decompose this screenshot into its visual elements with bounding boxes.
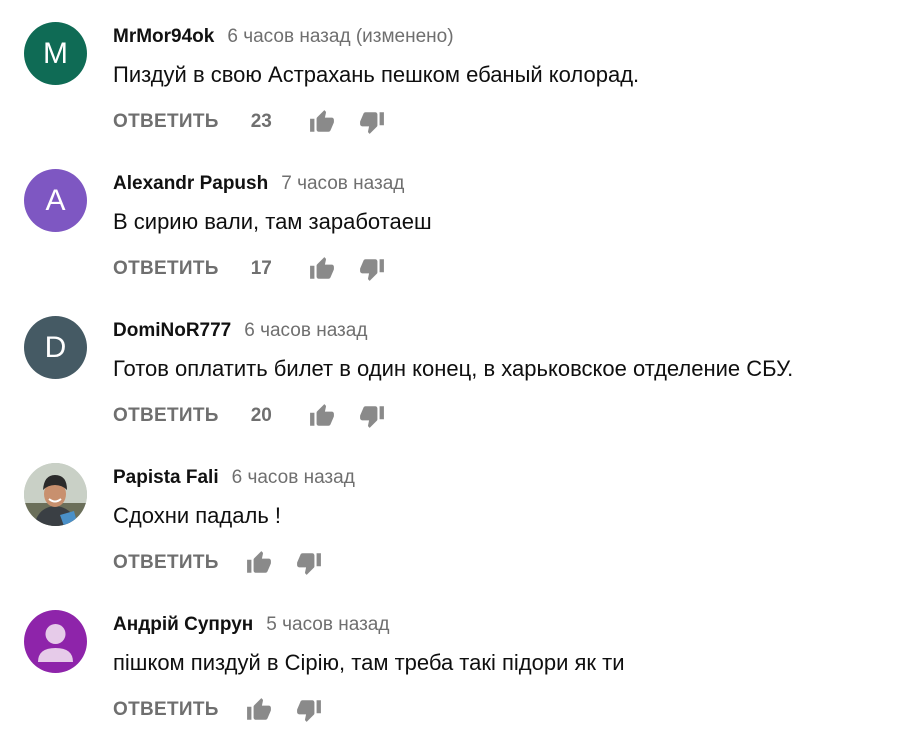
dislike-button[interactable] — [295, 549, 323, 577]
comment-toolbar: ОТВЕТИТЬ — [113, 696, 323, 724]
thumbs-down-icon — [296, 553, 321, 575]
comment-thread: Андрій Супрун 5 часов назад пішком пизду… — [0, 588, 897, 735]
reply-button[interactable]: ОТВЕТИТЬ — [113, 111, 219, 133]
comment-header: Alexandr Papush 7 часов назад — [113, 173, 404, 195]
comment-header: DomiNoR777 6 часов назад — [113, 320, 367, 342]
thumbs-up-icon — [309, 257, 334, 279]
like-button[interactable] — [308, 108, 336, 136]
timestamp[interactable]: 6 часов назад (изменено) — [227, 26, 453, 48]
dislike-button[interactable] — [358, 255, 386, 283]
timestamp[interactable]: 7 часов назад — [281, 173, 404, 195]
avatar[interactable]: A — [24, 169, 87, 232]
dislike-button[interactable] — [295, 696, 323, 724]
user-photo — [24, 463, 87, 526]
comment-toolbar: ОТВЕТИТЬ — [113, 549, 323, 577]
thumbs-up-icon — [309, 404, 334, 426]
reply-button[interactable]: ОТВЕТИТЬ — [113, 258, 219, 280]
like-count: 17 — [250, 258, 272, 279]
like-button[interactable] — [245, 549, 273, 577]
dislike-button[interactable] — [358, 108, 386, 136]
comment-text: Сдохни падаль ! — [113, 503, 282, 528]
like-button[interactable] — [308, 402, 336, 430]
comment-text: Готов оплатить билет в один конец, в хар… — [113, 356, 794, 381]
avatar[interactable]: M — [24, 22, 87, 85]
comment-toolbar: ОТВЕТИТЬ 17 — [113, 255, 386, 283]
comment-thread: D DomiNoR777 6 часов назад Готов оплатит… — [0, 294, 897, 441]
comment-thread: A Alexandr Papush 7 часов назад В сирию … — [0, 147, 897, 294]
comment-toolbar: ОТВЕТИТЬ 20 — [113, 402, 386, 430]
comment-text: Пиздуй в свою Астрахань пешком ебаный ко… — [113, 62, 640, 87]
thumbs-up-icon — [246, 551, 271, 573]
reply-button[interactable]: ОТВЕТИТЬ — [113, 552, 219, 574]
avatar[interactable] — [24, 610, 87, 673]
comment-header: Papista Fali 6 часов назад — [113, 467, 355, 489]
comment-text: пішком пиздуй в Сірію, там треба такі пі… — [113, 650, 625, 675]
comment-header: MrMor94ok 6 часов назад (изменено) — [113, 26, 454, 48]
comment-text: В сирию вали, там заработаеш — [113, 209, 432, 234]
author-name[interactable]: Андрій Супрун — [113, 614, 253, 636]
timestamp[interactable]: 6 часов назад — [244, 320, 367, 342]
like-button[interactable] — [308, 255, 336, 283]
dislike-button[interactable] — [358, 402, 386, 430]
reply-button[interactable]: ОТВЕТИТЬ — [113, 699, 219, 721]
author-name[interactable]: MrMor94ok — [113, 26, 214, 48]
like-button[interactable] — [245, 696, 273, 724]
comment-thread: M MrMor94ok 6 часов назад (изменено) Пиз… — [0, 0, 897, 147]
avatar[interactable]: D — [24, 316, 87, 379]
thumbs-down-icon — [296, 700, 321, 722]
person-icon — [38, 624, 73, 662]
thumbs-down-icon — [359, 112, 384, 134]
thumbs-up-icon — [309, 110, 334, 132]
comment-header: Андрій Супрун 5 часов назад — [113, 614, 389, 636]
timestamp[interactable]: 6 часов назад — [232, 467, 355, 489]
avatar-letter: A — [45, 183, 66, 217]
comment-toolbar: ОТВЕТИТЬ 23 — [113, 108, 386, 136]
timestamp[interactable]: 5 часов назад — [266, 614, 389, 636]
author-name[interactable]: Alexandr Papush — [113, 173, 268, 195]
thumbs-down-icon — [359, 259, 384, 281]
avatar-letter: D — [44, 330, 67, 364]
like-count: 20 — [250, 405, 272, 426]
avatar[interactable] — [24, 463, 87, 526]
like-count: 23 — [250, 111, 272, 132]
author-name[interactable]: Papista Fali — [113, 467, 219, 489]
comment-thread: Papista Fali 6 часов назад Сдохни падаль… — [0, 441, 897, 588]
thumbs-up-icon — [246, 698, 271, 720]
author-name[interactable]: DomiNoR777 — [113, 320, 231, 342]
reply-button[interactable]: ОТВЕТИТЬ — [113, 405, 219, 427]
avatar-letter: M — [43, 36, 68, 70]
thumbs-down-icon — [359, 406, 384, 428]
